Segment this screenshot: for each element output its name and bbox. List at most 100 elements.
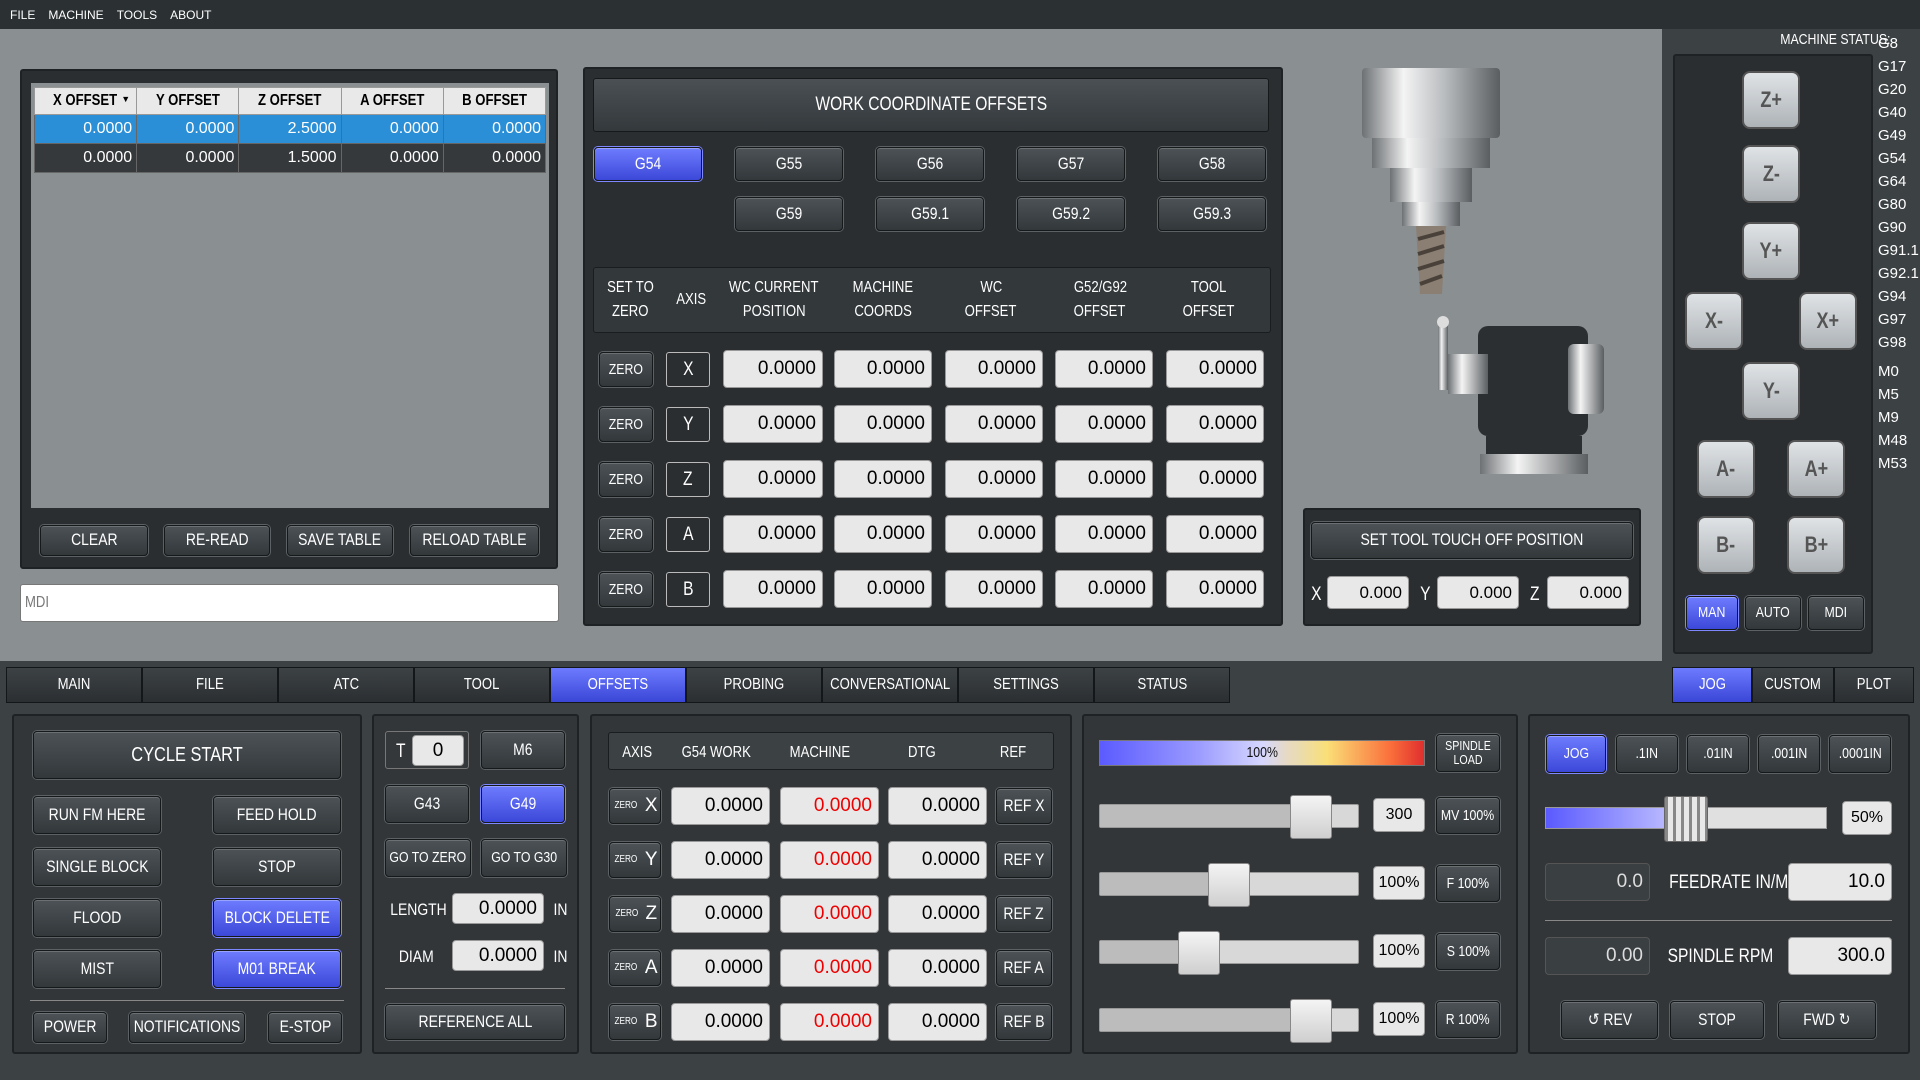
- g59-button[interactable]: G59: [735, 197, 843, 231]
- slider-thumb[interactable]: [1290, 795, 1333, 839]
- tab-status[interactable]: STATUS: [1094, 667, 1230, 703]
- r-100-button[interactable]: R 100%: [1436, 1001, 1500, 1038]
- tool-length-field[interactable]: 0.0000: [452, 893, 544, 924]
- jog-0-1in-button[interactable]: .1IN: [1616, 735, 1678, 773]
- spindle-load-button[interactable]: SPINDLE LOAD: [1436, 734, 1500, 772]
- flood-button[interactable]: FLOOD: [33, 899, 161, 937]
- col-a-offset[interactable]: A OFFSET: [340, 87, 444, 115]
- tab-conversational[interactable]: CONVERSATIONAL: [822, 667, 958, 703]
- block-delete-button[interactable]: BLOCK DELETE: [213, 899, 341, 937]
- g54-button[interactable]: G54: [594, 147, 702, 181]
- tab-jog[interactable]: JOG: [1672, 667, 1752, 703]
- mist-button[interactable]: MIST: [33, 950, 161, 988]
- jog-z-plus-button[interactable]: Z+: [1742, 71, 1800, 129]
- tab-offsets[interactable]: OFFSETS: [550, 667, 686, 703]
- touchoff-y-field[interactable]: 0.000: [1437, 576, 1519, 609]
- table-cell[interactable]: 0.0000: [340, 114, 444, 144]
- dro-zero-y-button[interactable]: ZERO Y: [609, 842, 661, 878]
- dro-zero-a-button[interactable]: ZERO A: [609, 950, 661, 986]
- clear-button[interactable]: CLEAR: [40, 525, 148, 556]
- menu-tools[interactable]: TOOLS: [117, 8, 157, 22]
- col-b-offset[interactable]: B OFFSET: [442, 87, 547, 115]
- e-stop-button[interactable]: E-STOP: [268, 1012, 342, 1043]
- s-100-button[interactable]: S 100%: [1436, 933, 1500, 970]
- g57-button[interactable]: G57: [1017, 147, 1125, 181]
- g55-button[interactable]: G55: [735, 147, 843, 181]
- tool-diam-field[interactable]: 0.0000: [452, 940, 544, 971]
- zero-z-button[interactable]: ZERO: [599, 462, 653, 497]
- jog-0-01in-button[interactable]: .01IN: [1687, 735, 1749, 773]
- spindle-stop-button[interactable]: STOP: [1670, 1001, 1764, 1039]
- g59-1-button[interactable]: G59.1: [876, 197, 984, 231]
- reload-table-button[interactable]: RELOAD TABLE: [410, 525, 539, 556]
- g58-button[interactable]: G58: [1158, 147, 1266, 181]
- g49-button[interactable]: G49: [481, 785, 565, 823]
- ref-z-button[interactable]: REF Z: [996, 896, 1052, 932]
- feed-hold-button[interactable]: FEED HOLD: [213, 796, 341, 834]
- rapid-override-slider[interactable]: [1099, 999, 1359, 1043]
- mv-100-button[interactable]: MV 100%: [1436, 797, 1500, 834]
- g59-3-button[interactable]: G59.3: [1158, 197, 1266, 231]
- table-cell[interactable]: 1.5000: [238, 143, 342, 173]
- f-100-button[interactable]: F 100%: [1436, 865, 1500, 902]
- g59-2-button[interactable]: G59.2: [1017, 197, 1125, 231]
- table-cell[interactable]: 0.0000: [442, 114, 547, 144]
- table-cell[interactable]: 0.0000: [340, 143, 444, 173]
- table-cell[interactable]: 0.0000: [33, 143, 138, 173]
- re-read-button[interactable]: RE-READ: [164, 525, 270, 556]
- jog-rate-slider[interactable]: [1545, 796, 1827, 842]
- table-cell[interactable]: 0.0000: [136, 143, 240, 173]
- ref-b-button[interactable]: REF B: [996, 1004, 1052, 1040]
- tab-probing[interactable]: PROBING: [686, 667, 822, 703]
- tab-custom[interactable]: CUSTOM: [1752, 667, 1834, 703]
- g56-button[interactable]: G56: [876, 147, 984, 181]
- menu-file[interactable]: FILE: [10, 8, 35, 22]
- dro-zero-x-button[interactable]: ZERO X: [609, 788, 661, 824]
- table-cell[interactable]: 2.5000: [238, 114, 342, 144]
- g43-button[interactable]: G43: [385, 785, 469, 823]
- feed-override-slider[interactable]: [1099, 863, 1359, 907]
- go-to-zero-button[interactable]: GO TO ZERO: [385, 839, 471, 877]
- max-velocity-slider[interactable]: [1099, 795, 1359, 839]
- tool-number-field[interactable]: 0: [412, 735, 464, 766]
- col-y-offset[interactable]: Y OFFSET: [136, 87, 240, 115]
- zero-y-button[interactable]: ZERO: [599, 407, 653, 442]
- spindle-reverse-button[interactable]: ↺ REV: [1561, 1001, 1658, 1039]
- stop-button[interactable]: STOP: [213, 848, 341, 886]
- single-block-button[interactable]: SINGLE BLOCK: [33, 848, 161, 886]
- mdi-input[interactable]: MDI: [20, 584, 559, 622]
- run-from-here-button[interactable]: RUN FM HERE: [33, 796, 161, 834]
- power-button[interactable]: POWER: [33, 1012, 107, 1043]
- jog-b-minus-button[interactable]: B-: [1697, 516, 1755, 574]
- mode-mdi-button[interactable]: MDI: [1808, 596, 1864, 630]
- tab-settings[interactable]: SETTINGS: [958, 667, 1094, 703]
- table-cell[interactable]: 0.0000: [33, 114, 138, 144]
- spindle-rpm-set-field[interactable]: 300.0: [1788, 937, 1892, 975]
- jog-continuous-button[interactable]: JOG: [1546, 735, 1606, 773]
- slider-thumb[interactable]: [1290, 999, 1333, 1043]
- jog-rate-thumb[interactable]: [1664, 796, 1708, 842]
- tab-main[interactable]: MAIN: [6, 667, 142, 703]
- jog-0-001in-button[interactable]: .001IN: [1758, 735, 1820, 773]
- tab-plot[interactable]: PLOT: [1834, 667, 1914, 703]
- zero-x-button[interactable]: ZERO: [599, 352, 653, 387]
- jog-x-plus-button[interactable]: X+: [1799, 292, 1857, 350]
- jog-y-plus-button[interactable]: Y+: [1742, 222, 1800, 280]
- tab-tool[interactable]: TOOL: [414, 667, 550, 703]
- spindle-forward-button[interactable]: FWD ↻: [1778, 1001, 1876, 1039]
- dro-zero-z-button[interactable]: ZERO Z: [609, 896, 661, 932]
- ref-a-button[interactable]: REF A: [996, 950, 1052, 986]
- mode-man-button[interactable]: MAN: [1686, 596, 1738, 630]
- col-x-offset[interactable]: X OFFSET ▼: [33, 87, 138, 115]
- m01-break-button[interactable]: M01 BREAK: [213, 950, 341, 988]
- slider-thumb[interactable]: [1177, 931, 1220, 975]
- table-row[interactable]: 0.0000 0.0000 2.5000 0.0000 0.0000: [33, 114, 547, 144]
- jog-y-minus-button[interactable]: Y-: [1742, 362, 1800, 420]
- jog-b-plus-button[interactable]: B+: [1787, 516, 1845, 574]
- mode-auto-button[interactable]: AUTO: [1745, 596, 1801, 630]
- ref-x-button[interactable]: REF X: [996, 788, 1052, 824]
- m6-button[interactable]: M6: [481, 731, 565, 769]
- ref-y-button[interactable]: REF Y: [996, 842, 1052, 878]
- go-to-g30-button[interactable]: GO TO G30: [481, 839, 567, 877]
- menu-about[interactable]: ABOUT: [170, 8, 211, 22]
